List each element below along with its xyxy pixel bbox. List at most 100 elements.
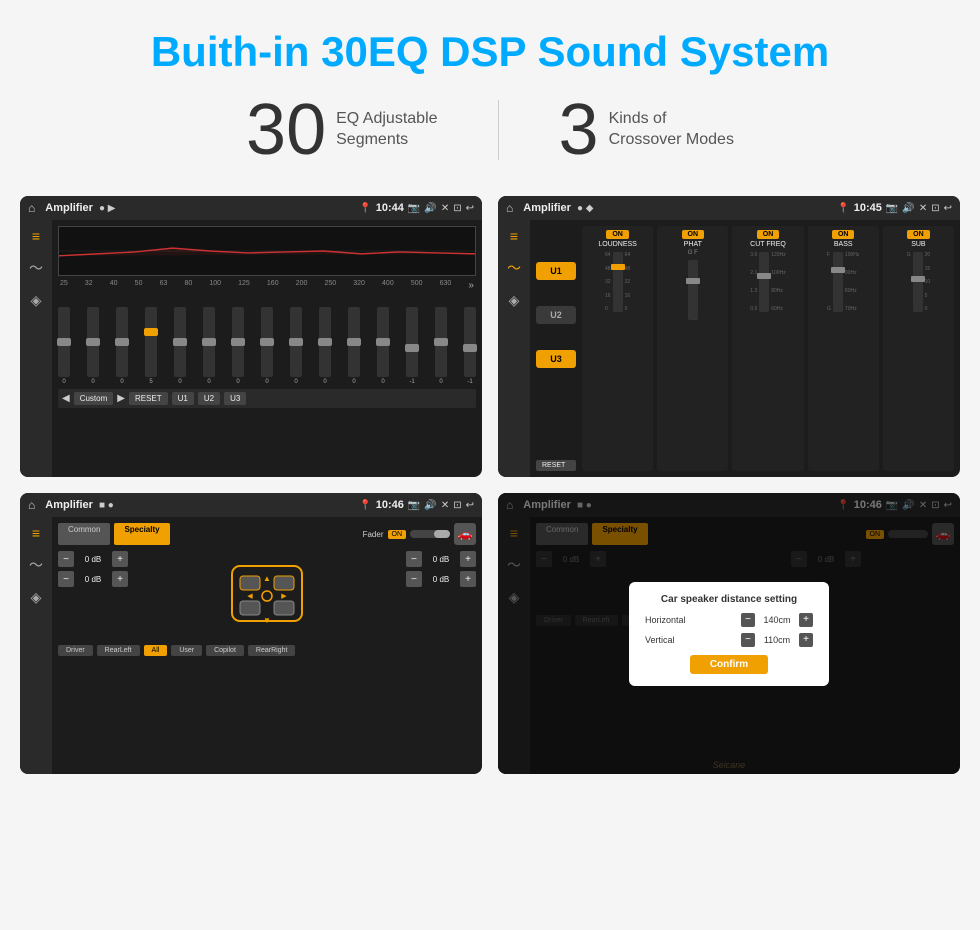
dsp-reset-btn[interactable]: RESET bbox=[536, 460, 576, 471]
vol4-minus[interactable]: − bbox=[406, 571, 422, 587]
screen1-time: 10:44 bbox=[376, 202, 404, 214]
u2-btn[interactable]: U2 bbox=[536, 306, 576, 324]
stat-crossover-label: Kinds ofCrossover Modes bbox=[609, 109, 734, 151]
slider-250: 0 bbox=[348, 307, 360, 385]
slider-200: 0 bbox=[319, 307, 331, 385]
screen1-title: Amplifier bbox=[45, 202, 93, 214]
common-tab[interactable]: Common bbox=[58, 523, 110, 545]
all-btn[interactable]: All bbox=[144, 645, 168, 656]
stats-row: 30 EQ AdjustableSegments 3 Kinds ofCross… bbox=[0, 94, 980, 166]
horizontal-plus[interactable]: + bbox=[799, 613, 813, 627]
cutfreq-on-btn[interactable]: ON bbox=[757, 230, 780, 239]
vertical-row: Vertical − 110cm + bbox=[645, 633, 813, 647]
eq-reset-btn[interactable]: RESET bbox=[129, 392, 168, 405]
vol3-icon[interactable]: ◈ bbox=[509, 292, 520, 309]
back-icon[interactable]: ↩ bbox=[466, 203, 474, 214]
vol-row-4: − 0 dB + bbox=[406, 571, 476, 587]
screen3: ⌂ Amplifier ■ ● 📍 10:46 📷 🔊 ✕ ⊡ ↩ ≡ 〜 ◈ bbox=[20, 493, 482, 774]
slider-125: 0 bbox=[261, 307, 273, 385]
eq-icon3[interactable]: ≡ bbox=[32, 525, 40, 541]
eq-u3-btn[interactable]: U3 bbox=[224, 392, 246, 405]
pin-icon: 📍 bbox=[359, 203, 371, 214]
fader-on[interactable]: ON bbox=[388, 530, 407, 539]
u1-btn[interactable]: U1 bbox=[536, 262, 576, 280]
resize-icon3[interactable]: ⊡ bbox=[453, 500, 461, 511]
ch-cutfreq: ON CUT FREQ 3.02.11.30.5 120Hz100Hz80Hz6… bbox=[732, 226, 803, 471]
wave-icon[interactable]: 〜 bbox=[29, 258, 43, 278]
vol4-plus[interactable]: + bbox=[460, 571, 476, 587]
screen4: ⌂ Amplifier ■ ● 📍 10:46 📷 🔊 ✕ ⊡ ↩ ≡ 〜 ◈ bbox=[498, 493, 960, 774]
stat-eq-label: EQ AdjustableSegments bbox=[336, 109, 437, 151]
sub-on-btn[interactable]: ON bbox=[907, 230, 930, 239]
copilot-btn[interactable]: Copilot bbox=[206, 645, 244, 656]
wave-icon2[interactable]: 〜 bbox=[507, 258, 521, 278]
slider-25: 0 bbox=[58, 307, 70, 385]
back-icon3[interactable]: ↩ bbox=[466, 500, 474, 511]
vol2-plus[interactable]: + bbox=[112, 571, 128, 587]
close-icon[interactable]: ✕ bbox=[441, 203, 449, 214]
eq-icon[interactable]: ≡ bbox=[32, 228, 40, 244]
eq-u1-btn[interactable]: U1 bbox=[172, 392, 194, 405]
dialog-title: Car speaker distance setting bbox=[645, 594, 813, 605]
resize-icon[interactable]: ⊡ bbox=[453, 203, 461, 214]
vol-row-1: − 0 dB + bbox=[58, 551, 204, 567]
home-icon[interactable]: ⌂ bbox=[28, 201, 35, 215]
close-icon2[interactable]: ✕ bbox=[919, 203, 927, 214]
vertical-minus[interactable]: − bbox=[741, 633, 755, 647]
camera-icon2: 📷 bbox=[886, 203, 898, 214]
eq-chart bbox=[58, 226, 476, 276]
eq-forward-btn[interactable]: ▶ bbox=[117, 393, 125, 404]
svg-text:◀: ◀ bbox=[247, 593, 253, 600]
slider-40: 0 bbox=[116, 307, 128, 385]
car-btn[interactable]: 🚗 bbox=[454, 523, 476, 545]
vol3-plus[interactable]: + bbox=[460, 551, 476, 567]
volume-icon2: 🔊 bbox=[902, 203, 914, 214]
slider-500: 0 bbox=[435, 307, 447, 385]
user-btn[interactable]: User bbox=[171, 645, 202, 656]
driver-btn[interactable]: Driver bbox=[58, 645, 93, 656]
phat-on-btn[interactable]: ON bbox=[682, 230, 705, 239]
eq-u2-btn[interactable]: U2 bbox=[198, 392, 220, 405]
loudness-on-btn[interactable]: ON bbox=[606, 230, 629, 239]
vol4-icon[interactable]: ◈ bbox=[31, 589, 42, 606]
pin-icon3: 📍 bbox=[359, 500, 371, 511]
vol1-minus[interactable]: − bbox=[58, 551, 74, 567]
screen3-bottom-btns: Driver RearLeft All User Copilot RearRig… bbox=[58, 645, 476, 656]
vol1-plus[interactable]: + bbox=[112, 551, 128, 567]
screen2-body: ≡ 〜 ◈ U1 U2 U3 RESET bbox=[498, 220, 960, 477]
cutfreq-label: CUT FREQ bbox=[750, 241, 786, 248]
confirm-button[interactable]: Confirm bbox=[690, 655, 768, 674]
speaker-distance-dialog: Car speaker distance setting Horizontal … bbox=[629, 582, 829, 686]
eq-back-btn[interactable]: ◀ bbox=[62, 393, 70, 404]
screen3-topbar: ⌂ Amplifier ■ ● 📍 10:46 📷 🔊 ✕ ⊡ ↩ bbox=[20, 493, 482, 517]
fader-label: Fader bbox=[363, 530, 384, 539]
slider-32: 0 bbox=[87, 307, 99, 385]
specialty-tab[interactable]: Specialty bbox=[114, 523, 169, 545]
sub-label: SUB bbox=[911, 241, 925, 248]
resize-icon2[interactable]: ⊡ bbox=[931, 203, 939, 214]
u3-btn[interactable]: U3 bbox=[536, 350, 576, 368]
vol4-val: 0 dB bbox=[426, 575, 456, 584]
eq-icon2[interactable]: ≡ bbox=[510, 228, 518, 244]
vol2-minus[interactable]: − bbox=[58, 571, 74, 587]
wave-icon3[interactable]: 〜 bbox=[29, 555, 43, 575]
vol2-icon[interactable]: ◈ bbox=[31, 292, 42, 309]
rearleft-btn[interactable]: RearLeft bbox=[97, 645, 140, 656]
close-icon3[interactable]: ✕ bbox=[441, 500, 449, 511]
vertical-plus[interactable]: + bbox=[799, 633, 813, 647]
fader-track bbox=[410, 530, 450, 538]
vol3-minus[interactable]: − bbox=[406, 551, 422, 567]
slider-63: 0 bbox=[174, 307, 186, 385]
bass-on-btn[interactable]: ON bbox=[832, 230, 855, 239]
screen2-sideicons: ≡ 〜 ◈ bbox=[498, 220, 530, 477]
screen3-body: ≡ 〜 ◈ Common Specialty Fader ON bbox=[20, 517, 482, 774]
screen1-sideicons: ≡ 〜 ◈ bbox=[20, 220, 52, 477]
ch-sub: ON SUB G 20151050 bbox=[883, 226, 954, 471]
back-icon2[interactable]: ↩ bbox=[944, 203, 952, 214]
home-icon2[interactable]: ⌂ bbox=[506, 201, 513, 215]
rearright-btn[interactable]: RearRight bbox=[248, 645, 296, 656]
home-icon3[interactable]: ⌂ bbox=[28, 498, 35, 512]
horizontal-ctrl: − 140cm + bbox=[741, 613, 813, 627]
horizontal-minus[interactable]: − bbox=[741, 613, 755, 627]
loudness-label: LOUDNESS bbox=[598, 241, 637, 248]
